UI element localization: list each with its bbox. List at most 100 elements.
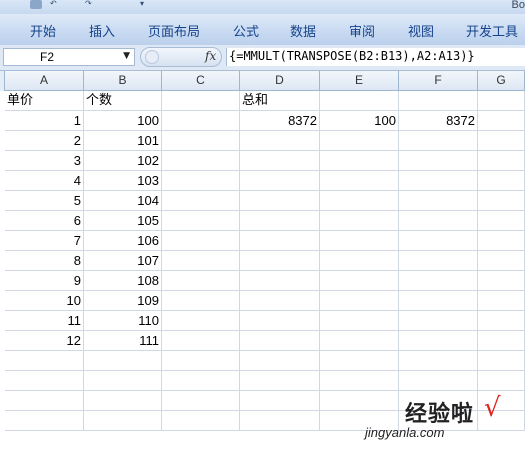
cell-d5[interactable] (240, 171, 320, 191)
cell-f15[interactable] (399, 371, 478, 391)
cell-f3[interactable] (399, 131, 478, 151)
cell-e11[interactable] (320, 291, 399, 311)
cell-b12[interactable]: 110 (84, 311, 162, 331)
cell-c17[interactable] (162, 411, 240, 431)
cell-e5[interactable] (320, 171, 399, 191)
cell-b2[interactable]: 100 (84, 111, 162, 131)
cell-a9[interactable]: 8 (5, 251, 84, 271)
cell-d12[interactable] (240, 311, 320, 331)
cell-e12[interactable] (320, 311, 399, 331)
cell-e14[interactable] (320, 351, 399, 371)
column-header-b[interactable]: B (84, 71, 162, 91)
cell-b11[interactable]: 109 (84, 291, 162, 311)
cell-b6[interactable]: 104 (84, 191, 162, 211)
cell-e16[interactable] (320, 391, 399, 411)
cell-g10[interactable] (478, 271, 525, 291)
cell-a4[interactable]: 3 (5, 151, 84, 171)
cell-c6[interactable] (162, 191, 240, 211)
cell-f7[interactable] (399, 211, 478, 231)
tab-home[interactable]: 开始 (30, 21, 56, 40)
cell-c8[interactable] (162, 231, 240, 251)
cell-a8[interactable]: 7 (5, 231, 84, 251)
cell-b7[interactable]: 105 (84, 211, 162, 231)
column-header-f[interactable]: F (399, 71, 478, 91)
cell-d9[interactable] (240, 251, 320, 271)
cell-d16[interactable] (240, 391, 320, 411)
cell-a5[interactable]: 4 (5, 171, 84, 191)
formula-input[interactable]: {=MMULT(TRANSPOSE(B2:B13),A2:A13)} (226, 48, 525, 66)
redo-icon[interactable]: ↷ (85, 0, 92, 8)
tab-developer[interactable]: 开发工具 (466, 21, 518, 40)
cell-c3[interactable] (162, 131, 240, 151)
tab-formulas[interactable]: 公式 (233, 21, 259, 40)
insert-function-icon[interactable]: fx (205, 49, 216, 63)
cell-f11[interactable] (399, 291, 478, 311)
tab-data[interactable]: 数据 (290, 21, 316, 40)
tab-review[interactable]: 审阅 (349, 21, 375, 40)
cell-g3[interactable] (478, 131, 525, 151)
cell-f13[interactable] (399, 331, 478, 351)
save-icon[interactable] (30, 0, 42, 9)
cell-a16[interactable] (5, 391, 84, 411)
cell-f2[interactable]: 8372 (399, 111, 478, 131)
cell-b10[interactable]: 108 (84, 271, 162, 291)
cell-a7[interactable]: 6 (5, 211, 84, 231)
cell-g8[interactable] (478, 231, 525, 251)
cell-b5[interactable]: 103 (84, 171, 162, 191)
cell-g5[interactable] (478, 171, 525, 191)
cell-e13[interactable] (320, 331, 399, 351)
cell-b15[interactable] (84, 371, 162, 391)
cell-c4[interactable] (162, 151, 240, 171)
cell-e8[interactable] (320, 231, 399, 251)
cell-c15[interactable] (162, 371, 240, 391)
cell-f6[interactable] (399, 191, 478, 211)
cell-d8[interactable] (240, 231, 320, 251)
cell-c10[interactable] (162, 271, 240, 291)
column-header-a[interactable]: A (5, 71, 84, 91)
cell-c11[interactable] (162, 291, 240, 311)
cell-c13[interactable] (162, 331, 240, 351)
cell-a15[interactable] (5, 371, 84, 391)
cell-c1[interactable] (162, 91, 240, 111)
cell-e10[interactable] (320, 271, 399, 291)
name-box-dropdown-icon[interactable]: ▼ (123, 51, 130, 61)
cell-e9[interactable] (320, 251, 399, 271)
cell-d4[interactable] (240, 151, 320, 171)
cell-b4[interactable]: 102 (84, 151, 162, 171)
cell-b13[interactable]: 111 (84, 331, 162, 351)
cell-f5[interactable] (399, 171, 478, 191)
cell-g15[interactable] (478, 371, 525, 391)
cell-c5[interactable] (162, 171, 240, 191)
cell-g6[interactable] (478, 191, 525, 211)
cell-g11[interactable] (478, 291, 525, 311)
cell-f4[interactable] (399, 151, 478, 171)
cell-a17[interactable] (5, 411, 84, 431)
cell-g9[interactable] (478, 251, 525, 271)
column-header-g[interactable]: G (478, 71, 525, 91)
tab-insert[interactable]: 插入 (89, 21, 115, 40)
cell-e7[interactable] (320, 211, 399, 231)
cell-f12[interactable] (399, 311, 478, 331)
cell-g4[interactable] (478, 151, 525, 171)
cell-b1[interactable]: 个数 (84, 91, 162, 111)
cell-a2[interactable]: 1 (5, 111, 84, 131)
name-box[interactable]: F2 ▼ (3, 48, 135, 66)
cell-b3[interactable]: 101 (84, 131, 162, 151)
cancel-entry-icon[interactable] (145, 50, 159, 64)
undo-icon[interactable]: ↶ (50, 0, 57, 8)
cell-c12[interactable] (162, 311, 240, 331)
cell-d14[interactable] (240, 351, 320, 371)
cell-a14[interactable] (5, 351, 84, 371)
cell-g14[interactable] (478, 351, 525, 371)
cell-e1[interactable] (320, 91, 399, 111)
cell-a11[interactable]: 10 (5, 291, 84, 311)
cell-b9[interactable]: 107 (84, 251, 162, 271)
tab-page-layout[interactable]: 页面布局 (148, 21, 200, 40)
cell-f14[interactable] (399, 351, 478, 371)
cell-a6[interactable]: 5 (5, 191, 84, 211)
cell-b17[interactable] (84, 411, 162, 431)
cell-c2[interactable] (162, 111, 240, 131)
cell-d17[interactable] (240, 411, 320, 431)
cell-e3[interactable] (320, 131, 399, 151)
cell-f8[interactable] (399, 231, 478, 251)
